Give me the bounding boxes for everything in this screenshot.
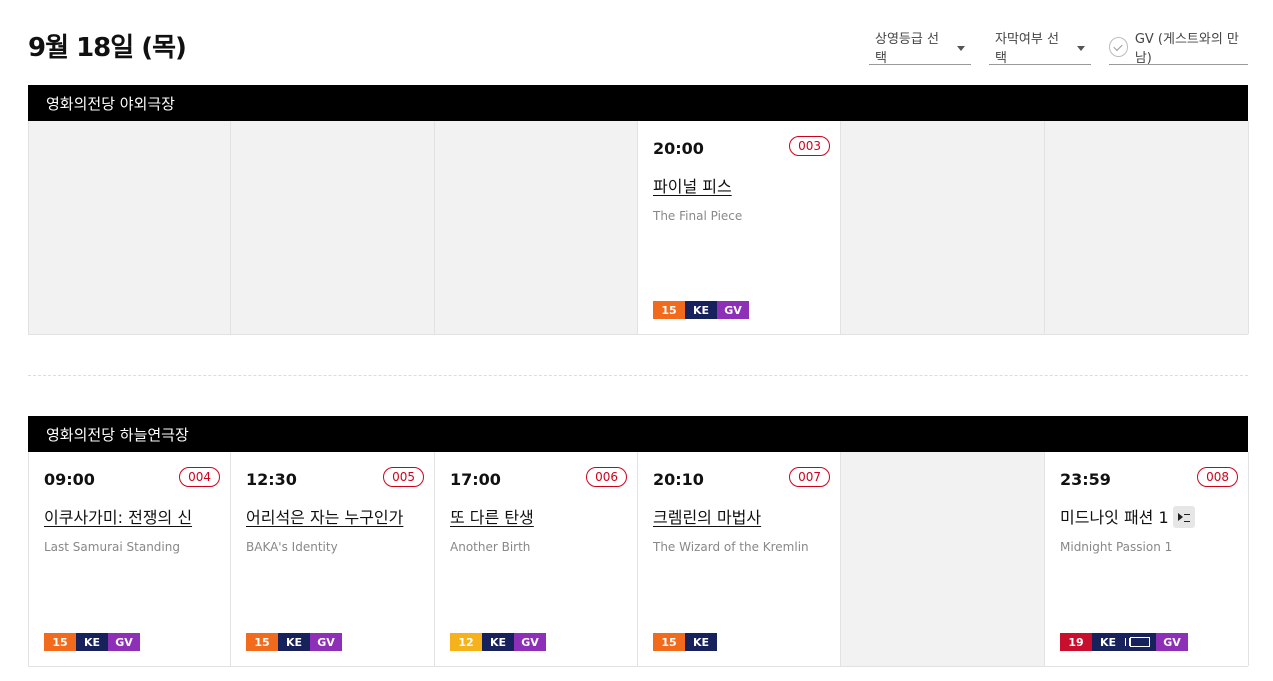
page-title: 9월 18일 (목)	[28, 33, 187, 63]
screening-code-badge: 004	[179, 467, 220, 487]
empty-slot	[1045, 121, 1249, 334]
screening-code-badge: 006	[586, 467, 627, 487]
empty-slot	[231, 121, 435, 334]
rating-badge: 15	[44, 633, 76, 651]
empty-slot	[435, 121, 638, 334]
gv-badge: GV	[514, 633, 546, 651]
schedule-row: 20:00 003 파이널 피스 The Final Piece 15 KE G…	[28, 121, 1249, 335]
screening-card[interactable]: 20:10 007 크렘린의 마법사 The Wizard of the Kre…	[638, 452, 841, 666]
film-title-text[interactable]: 미드나잇 패션 1	[1060, 508, 1169, 527]
badge-group: 12 KE GV	[450, 633, 546, 651]
subtitle-filter-dropdown[interactable]: 자막여부 선택	[989, 30, 1091, 66]
gv-filter-label: GV (게스트와의 만남)	[1134, 32, 1239, 66]
caret-down-icon	[957, 45, 965, 51]
subtitle-badge: KE	[1092, 633, 1124, 651]
badge-group: 15 KE GV	[246, 633, 342, 651]
screening-card[interactable]: 23:59 008 미드나잇 패션 1 Midnight Passion 1 1…	[1045, 452, 1249, 666]
venue-name: 영화의전당 야외극장	[46, 94, 175, 113]
film-title-english: The Final Piece	[653, 209, 743, 223]
film-title-link[interactable]: 이쿠사가미: 전쟁의 신	[44, 504, 192, 528]
rating-badge: 15	[653, 301, 685, 319]
film-title-english: BAKA's Identity	[246, 540, 338, 554]
screening-time: 17:00	[450, 470, 501, 489]
film-title-english: The Wizard of the Kremlin	[653, 540, 809, 554]
gv-badge: GV	[1156, 633, 1188, 651]
film-title-link[interactable]: 파이널 피스	[653, 173, 732, 197]
subtitle-badge: KE	[685, 301, 717, 319]
screening-card[interactable]: 20:00 003 파이널 피스 The Final Piece 15 KE G…	[638, 121, 841, 334]
empty-slot	[841, 121, 1045, 334]
rating-filter-label: 상영등급 선택	[875, 32, 939, 66]
film-title-link[interactable]: 크렘린의 마법사	[653, 504, 761, 528]
subtitle-badge: KE	[685, 633, 717, 651]
venue-header: 영화의전당 야외극장	[28, 85, 1248, 121]
screening-code-badge: 008	[1197, 467, 1238, 487]
screening-code-badge: 007	[789, 467, 830, 487]
film-title-english: Midnight Passion 1	[1060, 540, 1173, 554]
rating-badge: 15	[653, 633, 685, 651]
subtitle-filter-label: 자막여부 선택	[995, 32, 1059, 66]
badge-group: 19 KE GV	[1060, 633, 1188, 651]
screening-time: 09:00	[44, 470, 95, 489]
screening-time: 12:30	[246, 470, 297, 489]
audio-description-film-icon	[1124, 633, 1156, 651]
gv-badge: GV	[108, 633, 140, 651]
rating-badge: 15	[246, 633, 278, 651]
film-title-english: Another Birth	[450, 540, 531, 554]
rating-filter-dropdown[interactable]: 상영등급 선택	[869, 30, 971, 66]
subtitle-badge: KE	[482, 633, 514, 651]
screening-code-badge: 003	[789, 136, 830, 156]
film-title-english: Last Samurai Standing	[44, 540, 180, 554]
subtitle-badge: KE	[278, 633, 310, 651]
film-title-link[interactable]: 또 다른 탄생	[450, 504, 534, 528]
check-circle-icon[interactable]	[1109, 37, 1128, 57]
screening-card[interactable]: 09:00 004 이쿠사가미: 전쟁의 신 Last Samurai Stan…	[29, 452, 231, 666]
badge-group: 15 KE GV	[44, 633, 140, 651]
screening-time: 20:10	[653, 470, 704, 489]
badge-group: 15 KE GV	[653, 301, 749, 319]
section-divider	[28, 375, 1248, 376]
caret-down-icon	[1077, 45, 1085, 51]
film-title-link[interactable]: 어리석은 자는 누구인가	[246, 504, 403, 528]
empty-slot	[29, 121, 231, 334]
empty-slot	[841, 452, 1045, 666]
screening-card[interactable]: 17:00 006 또 다른 탄생 Another Birth 12 KE GV	[435, 452, 638, 666]
playlist-icon[interactable]	[1172, 506, 1195, 528]
screening-time: 23:59	[1060, 470, 1111, 489]
subtitle-badge: KE	[76, 633, 108, 651]
venue-header: 영화의전당 하늘연극장	[28, 416, 1248, 452]
rating-badge: 19	[1060, 633, 1092, 651]
filter-bar: 상영등급 선택 자막여부 선택 GV (게스트와의 만남)	[869, 30, 1248, 66]
badge-group: 15 KE	[653, 633, 717, 651]
gv-badge: GV	[310, 633, 342, 651]
screening-card[interactable]: 12:30 005 어리석은 자는 누구인가 BAKA's Identity 1…	[231, 452, 435, 666]
screening-time: 20:00	[653, 139, 704, 158]
venue-name: 영화의전당 하늘연극장	[46, 425, 189, 444]
film-title[interactable]: 미드나잇 패션 1	[1060, 504, 1195, 528]
gv-badge: GV	[717, 301, 749, 319]
schedule-row: 09:00 004 이쿠사가미: 전쟁의 신 Last Samurai Stan…	[28, 452, 1249, 667]
screening-code-badge: 005	[383, 467, 424, 487]
rating-badge: 12	[450, 633, 482, 651]
gv-filter-checkbox[interactable]: GV (게스트와의 만남)	[1109, 30, 1248, 66]
